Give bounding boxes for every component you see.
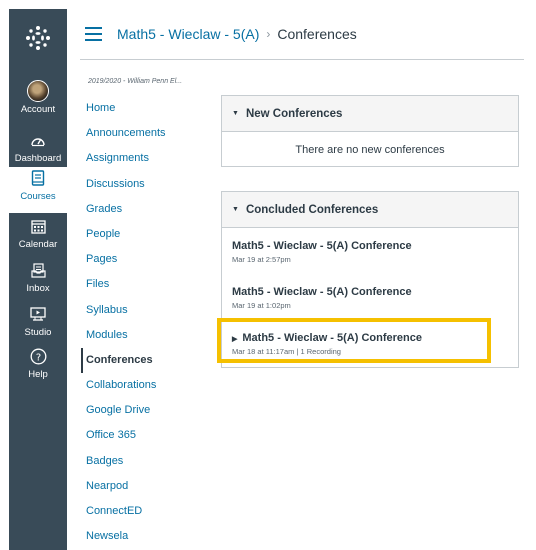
course-nav-grades[interactable]: Grades (84, 197, 214, 222)
gnav-studio[interactable]: Studio (9, 303, 67, 349)
breadcrumb-course-link[interactable]: Math5 - Wieclaw - 5(A) (117, 26, 259, 42)
concluded-conferences-title: Concluded Conferences (245, 203, 379, 216)
gnav-dashboard-label: Dashboard (14, 153, 62, 164)
top-bar: Math5 - Wieclaw - 5(A) › Conferences (67, 9, 536, 59)
gnav-calendar-label: Calendar (18, 239, 58, 250)
course-nav-files[interactable]: Files (84, 272, 214, 297)
studio-icon (30, 303, 46, 325)
gnav-help-label: Help (28, 369, 48, 380)
conference-item[interactable]: Math5 - Wieclaw - 5(A) Conference Mar 19… (232, 240, 412, 264)
course-nav-modules[interactable]: Modules (84, 323, 214, 348)
gnav-account[interactable]: Account (9, 80, 67, 126)
course-nav-nearpod[interactable]: Nearpod (84, 474, 214, 499)
calendar-icon (30, 215, 46, 237)
gnav-inbox[interactable]: Inbox (9, 259, 67, 305)
gnav-inbox-label: Inbox (26, 283, 50, 294)
breadcrumb: Math5 - Wieclaw - 5(A) › Conferences (117, 26, 357, 42)
conference-meta: Mar 19 at 1:02pm (232, 301, 291, 310)
new-conferences-panel: ▼ New Conferences There are no new confe… (221, 95, 519, 167)
course-nav-discussions[interactable]: Discussions (84, 172, 214, 197)
course-nav-announcements[interactable]: Announcements (84, 121, 214, 146)
new-conferences-empty: There are no new conferences (295, 143, 445, 156)
header-divider (80, 59, 524, 60)
conference-title[interactable]: Math5 - Wieclaw - 5(A) Conference (232, 240, 412, 252)
canvas-logo-icon[interactable] (9, 9, 67, 67)
gnav-calendar[interactable]: Calendar (9, 215, 67, 261)
course-nav-google-drive[interactable]: Google Drive (84, 398, 214, 423)
course-nav: Home Announcements Assignments Discussio… (81, 96, 214, 549)
course-nav-badges[interactable]: Badges (84, 449, 214, 474)
gnav-account-label: Account (20, 104, 56, 115)
help-icon: ? (30, 345, 47, 367)
conference-title[interactable]: Math5 - Wieclaw - 5(A) Conference (232, 286, 412, 298)
concluded-conferences-header[interactable]: ▼ Concluded Conferences (222, 192, 518, 228)
course-term: 2019/2020 - William Penn El... (88, 78, 183, 85)
new-conferences-title: New Conferences (245, 107, 343, 120)
gnav-courses-label: Courses (20, 191, 56, 202)
conference-item[interactable]: Math5 - Wieclaw - 5(A) Conference Mar 19… (232, 286, 412, 310)
gnav-help[interactable]: ? Help (9, 345, 67, 391)
avatar (27, 80, 49, 102)
course-nav-people[interactable]: People (84, 222, 214, 247)
global-nav: Account Dashboard Courses Calendar Inbox… (9, 9, 67, 550)
gnav-courses[interactable]: Courses (9, 167, 67, 213)
breadcrumb-chevron-icon: › (266, 27, 271, 41)
svg-text:?: ? (35, 352, 40, 363)
caret-down-icon: ▼ (232, 110, 239, 117)
new-conferences-header[interactable]: ▼ New Conferences (222, 96, 518, 132)
conference-meta: Mar 19 at 2:57pm (232, 255, 291, 264)
inbox-icon (30, 259, 46, 281)
course-nav-connected[interactable]: ConnectED (84, 499, 214, 524)
hamburger-menu-icon[interactable] (85, 27, 102, 41)
gnav-studio-label: Studio (24, 327, 52, 338)
caret-down-icon: ▼ (232, 206, 239, 213)
course-nav-assignments[interactable]: Assignments (84, 146, 214, 171)
course-nav-syllabus[interactable]: Syllabus (84, 298, 214, 323)
course-nav-office-365[interactable]: Office 365 (84, 423, 214, 448)
dashboard-icon (30, 129, 46, 151)
course-nav-conferences[interactable]: Conferences (81, 347, 214, 374)
course-nav-pages[interactable]: Pages (84, 247, 214, 272)
courses-icon (31, 167, 45, 189)
course-nav-collaborations[interactable]: Collaborations (84, 373, 214, 398)
course-nav-newsela[interactable]: Newsela (84, 524, 214, 549)
breadcrumb-current: Conferences (277, 26, 357, 42)
course-nav-home[interactable]: Home (84, 96, 214, 121)
highlight-box (217, 318, 491, 363)
